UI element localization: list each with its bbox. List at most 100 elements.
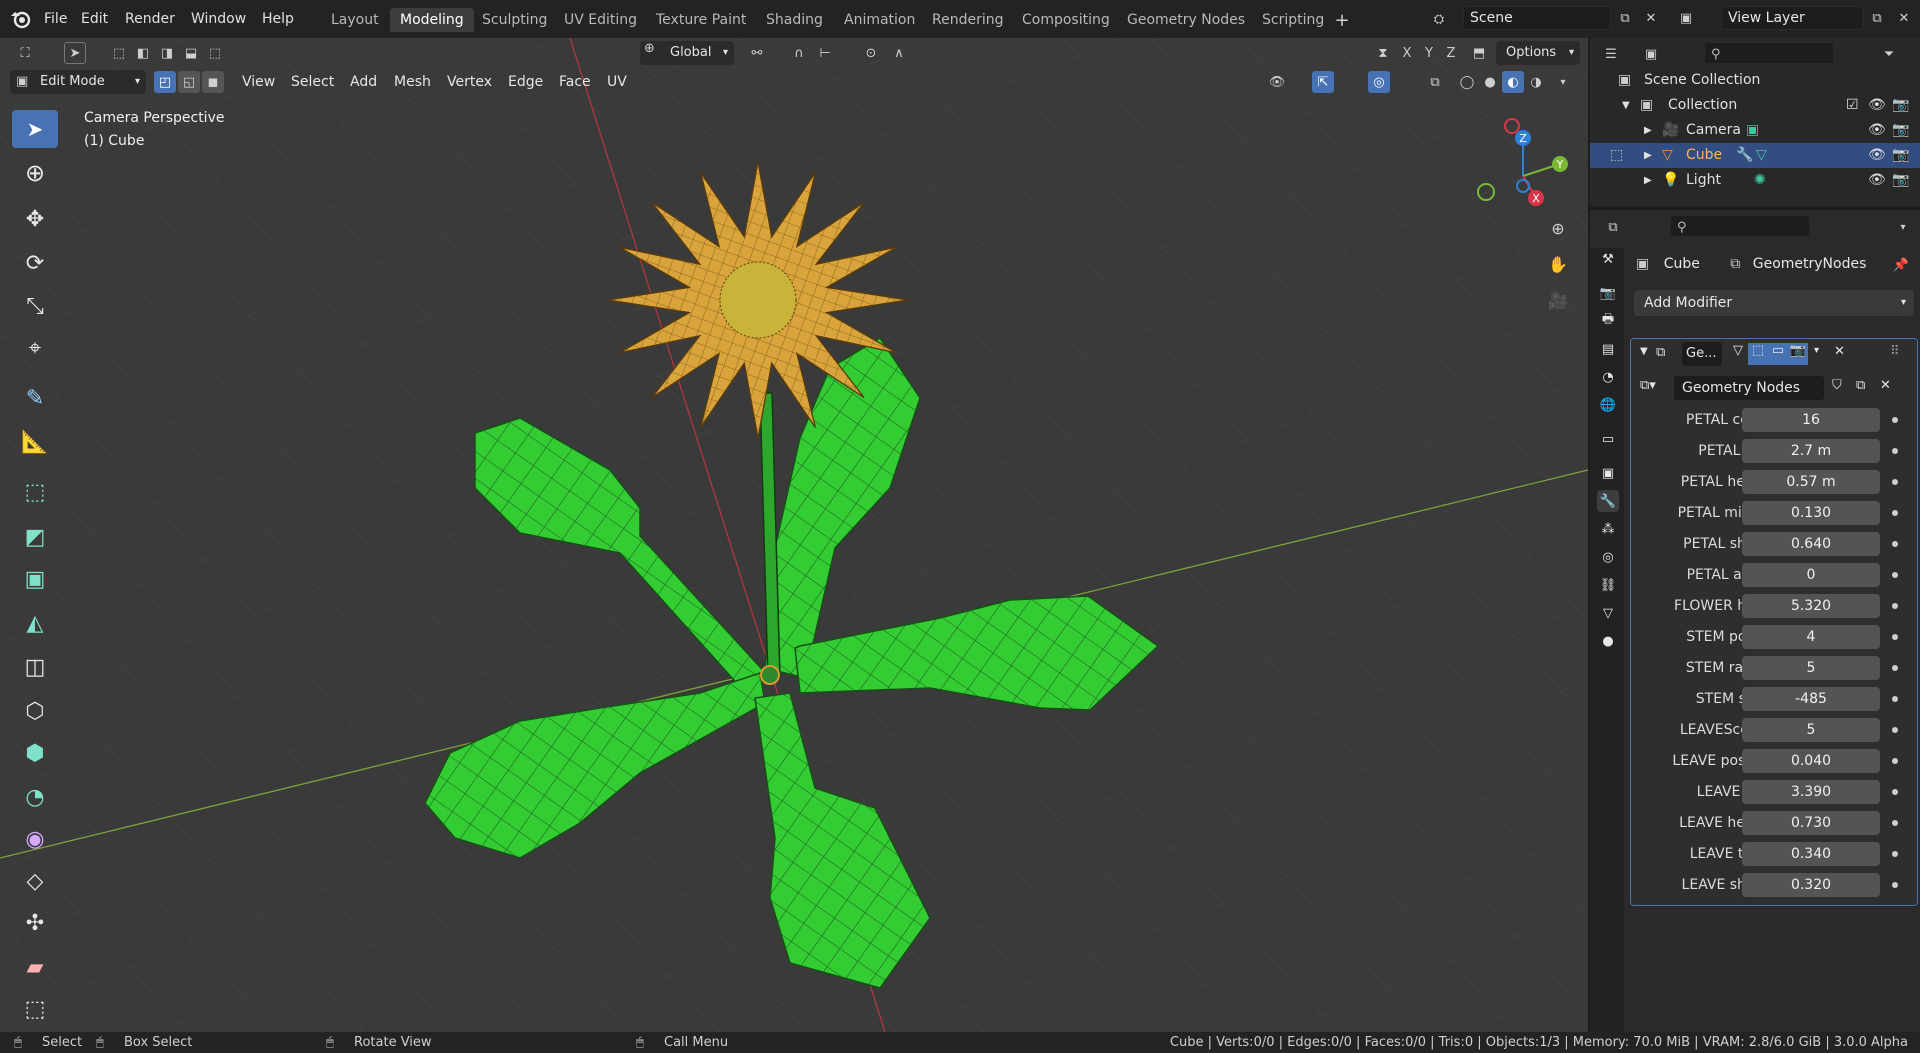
menu-render[interactable]: Render [125,8,175,30]
pan-hand-icon[interactable]: ✋ [1547,253,1569,275]
view-layer-field[interactable]: View Layer [1721,6,1864,30]
viewport-toggle-icon[interactable]: ▭ [1768,343,1788,365]
proportional-edit-icon[interactable]: ⊙ [860,42,882,64]
smooth-tool[interactable]: ◉ [12,820,58,858]
camera-render-icon[interactable]: 📷 [1892,118,1909,143]
node-tree-icon[interactable]: ⧉▾ [1640,378,1656,393]
display-mode-icon[interactable]: ▣ [1640,43,1662,65]
duplicate-icon[interactable]: ⧉ [1856,378,1865,393]
constraints-tab-icon[interactable]: ⛓ [1597,574,1619,596]
drag-handle-icon[interactable]: ⠿ [1890,344,1900,359]
auto-merge-icon[interactable]: ⬒ [1468,42,1490,64]
keyframe-dot-icon[interactable] [1892,851,1898,857]
menu-add[interactable]: Add [350,70,377,94]
xray-icon[interactable]: ⧉ [1424,71,1446,93]
select-mode-extend-icon[interactable]: ◧ [132,42,154,64]
shear-tool[interactable]: ▰ [12,948,58,986]
extrude-tool[interactable]: ◩ [12,518,58,556]
render-tab-icon[interactable]: 📷 [1597,282,1619,304]
node-group-field[interactable]: Geometry Nodes [1674,376,1824,400]
physics-tab-icon[interactable]: ◎ [1597,546,1619,568]
outliner-editor-icon[interactable]: ☰ [1600,43,1622,65]
menu-file[interactable]: File [44,8,67,30]
keyframe-dot-icon[interactable] [1892,541,1898,547]
menu-face[interactable]: Face [559,70,591,94]
pivot-point-icon[interactable]: ⚯ [746,42,768,64]
tab-modeling[interactable]: Modeling [390,8,474,32]
keyframe-dot-icon[interactable] [1892,603,1898,609]
param-value-field[interactable]: 16 [1742,408,1880,432]
menu-edge[interactable]: Edge [508,70,543,94]
material-shading-icon[interactable]: ◐ [1502,71,1524,93]
outliner-scene-collection[interactable]: ▣ Scene Collection [1590,68,1920,93]
editor-type-icon[interactable]: ⛶ [14,42,36,64]
param-value-field[interactable]: -485 [1742,687,1880,711]
measure-tool[interactable]: 📐 [12,423,58,461]
tool-tab-icon[interactable]: ⚒ [1597,248,1619,270]
scale-tool[interactable]: ⤡ [12,287,58,325]
properties-editor-icon[interactable]: ⧉ [1602,216,1624,238]
tab-layout[interactable]: Layout [321,8,389,32]
blender-logo-icon[interactable] [10,9,32,29]
add-cube-tool[interactable]: ⬚ [12,473,58,511]
collapse-arrow-icon[interactable]: ▼ [1640,346,1648,357]
keyframe-dot-icon[interactable] [1892,448,1898,454]
param-value-field[interactable]: 5 [1742,718,1880,742]
pin-icon[interactable]: 📌 [1890,254,1912,276]
select-box-tool[interactable]: ➤ [12,110,58,148]
tab-texture-paint[interactable]: Texture Paint [646,8,756,32]
snap-target-icon[interactable]: ⊢ [814,42,836,64]
tab-rendering[interactable]: Rendering [922,8,1014,32]
keyframe-dot-icon[interactable] [1892,789,1898,795]
edit-mode-icon[interactable]: ⬚ [1610,143,1623,168]
bevel-tool[interactable]: ◭ [12,604,58,642]
eye-icon[interactable]: 👁 [1868,143,1886,168]
select-mode-subtract-icon[interactable]: ◨ [156,42,178,64]
keyframe-dot-icon[interactable] [1892,572,1898,578]
modifier-name-field[interactable]: Ge... [1682,342,1722,366]
outliner-item-camera[interactable]: ▶ 🎥 Camera ▣ 👁 📷 [1590,118,1920,143]
param-value-field[interactable]: 0.57 m [1742,470,1880,494]
edit-mode-toggle-icon[interactable]: ▽ [1728,343,1748,365]
outliner-item-light[interactable]: ▶ 💡 Light ✺ 👁 📷 [1590,168,1920,193]
camera-render-icon[interactable]: 📷 [1892,93,1909,118]
menu-edit[interactable]: Edit [81,8,108,30]
shrink-fatten-tool[interactable]: ✣ [12,904,58,942]
keyframe-dot-icon[interactable] [1892,479,1898,485]
menu-view[interactable]: View [242,70,275,94]
tab-shading[interactable]: Shading [756,8,833,32]
knife-tool[interactable]: ⬡ [12,692,58,730]
eye-icon[interactable]: 👁 [1868,118,1886,143]
copy-view-layer-icon[interactable]: ⧉ [1866,7,1888,29]
keyframe-dot-icon[interactable] [1892,665,1898,671]
visibility-icon[interactable]: 👁 [1266,71,1288,93]
edge-select-icon[interactable]: ◱ [178,71,200,93]
scene-field[interactable]: Scene [1463,6,1611,30]
properties-search-input[interactable]: ⚲ [1670,215,1810,237]
menu-uv[interactable]: UV [607,70,627,94]
rip-tool[interactable]: ⬚ [12,990,58,1028]
options-dropdown[interactable]: Options ▾ [1496,41,1580,65]
mirror-z-toggle[interactable]: Z [1440,42,1462,64]
add-modifier-dropdown[interactable]: Add Modifier ▾ [1634,290,1914,316]
chevron-down-icon[interactable]: ▾ [1552,71,1574,93]
unlink-icon[interactable]: ✕ [1880,378,1891,393]
move-tool[interactable]: ✥ [12,200,58,238]
keyframe-dot-icon[interactable] [1892,634,1898,640]
outliner-item-cube[interactable]: ⬚ ▶ ▽ Cube 🔧 ▽ 👁 📷 [1590,143,1920,168]
navigation-gizmo[interactable]: Z Y X [1468,116,1578,226]
param-value-field[interactable]: 4 [1742,625,1880,649]
snap-icon[interactable]: ∩ [788,42,810,64]
param-value-field[interactable]: 3.390 [1742,780,1880,804]
remove-view-layer-icon[interactable]: ✕ [1893,7,1915,29]
menu-vertex[interactable]: Vertex [447,70,492,94]
data-tab-icon[interactable]: ▽ [1597,602,1619,624]
keyframe-dot-icon[interactable] [1892,510,1898,516]
eye-icon[interactable]: 👁 [1868,168,1886,193]
loop-cut-tool[interactable]: ◫ [12,648,58,686]
param-value-field[interactable]: 5.320 [1742,594,1880,618]
wireframe-shading-icon[interactable]: ◯ [1456,71,1478,93]
add-workspace-icon[interactable]: + [1331,9,1353,31]
param-value-field[interactable]: 0.320 [1742,873,1880,897]
param-value-field[interactable]: 0 [1742,563,1880,587]
